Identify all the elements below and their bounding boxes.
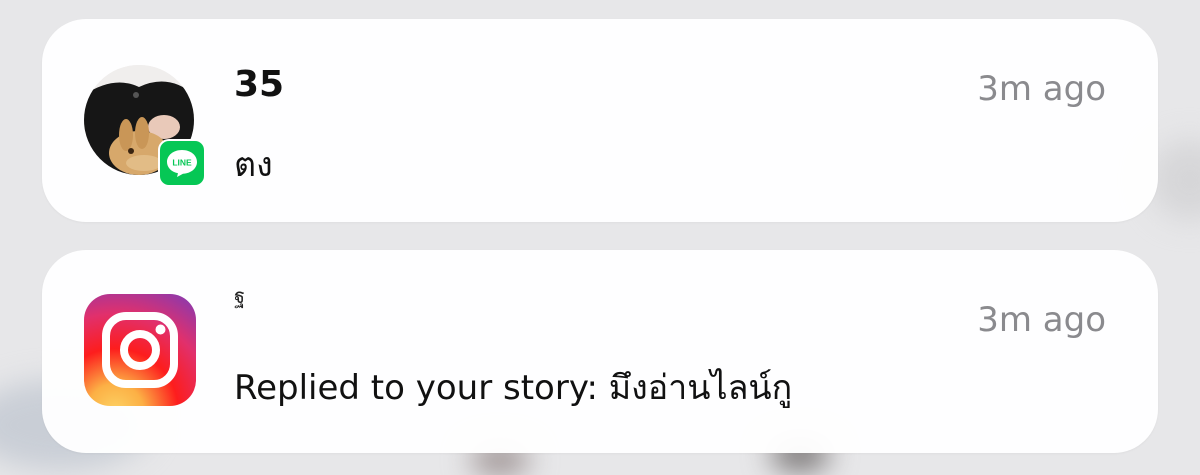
notification-time: 3m ago	[977, 300, 1106, 340]
instagram-app-icon	[84, 294, 196, 406]
notification-message: ตง	[234, 145, 273, 185]
notification-instagram[interactable]: ฐ Replied to your story: มึงอ่านไลน์กู 3…	[42, 250, 1158, 453]
notification-title: ฐ	[234, 284, 246, 308]
notification-message: Replied to your story: มึงอ่านไลน์กู	[234, 368, 793, 408]
line-app-icon: LINE	[158, 139, 206, 187]
notification-line[interactable]: LINE 35 ตง 3m ago	[42, 19, 1158, 222]
notification-time: 3m ago	[977, 69, 1106, 109]
line-badge-text: LINE	[172, 158, 192, 168]
notification-title: 35	[234, 64, 285, 105]
